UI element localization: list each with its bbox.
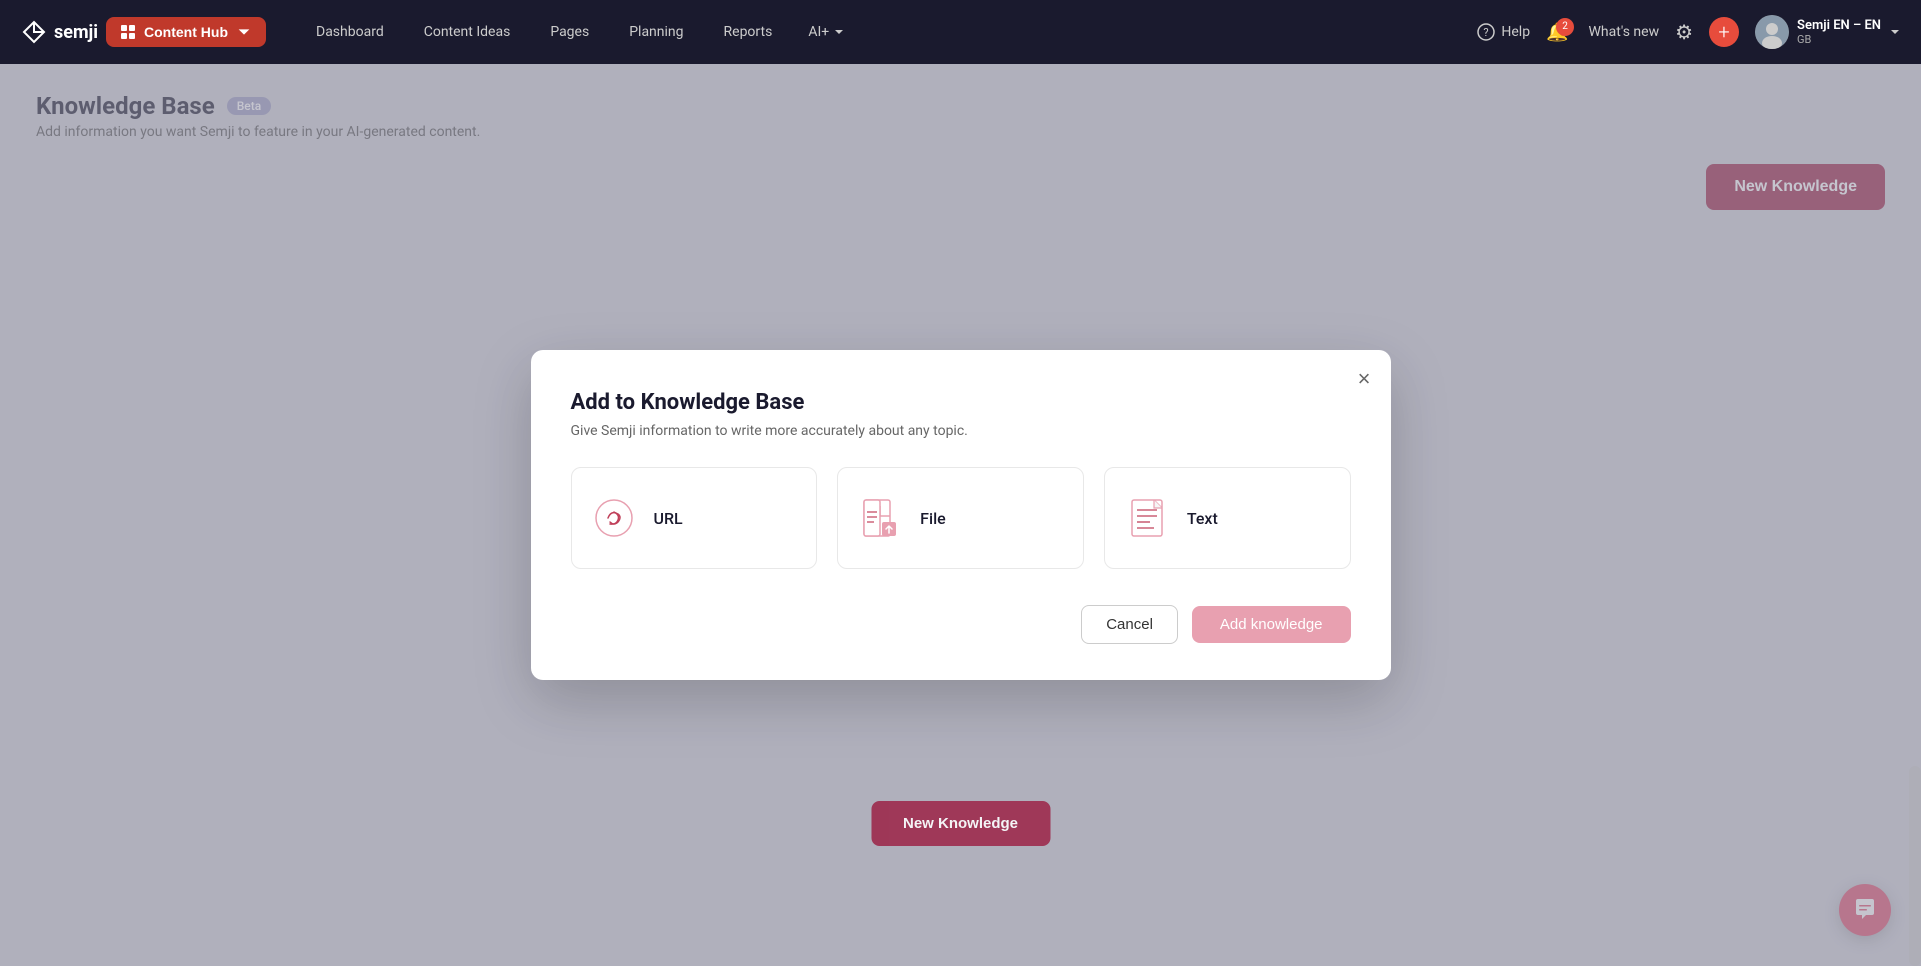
- settings-button[interactable]: ⚙: [1675, 20, 1693, 44]
- nav-links: Dashboard Content Ideas Pages Planning R…: [296, 14, 1477, 50]
- whats-new-label: What's new: [1589, 24, 1660, 40]
- navbar: semji Content Hub Dashboard Content Idea…: [0, 0, 1921, 64]
- whats-new-button[interactable]: 🔔 2 What's new: [1546, 22, 1659, 43]
- option-text[interactable]: Text: [1104, 467, 1351, 569]
- page-background: Knowledge Base Beta Add information you …: [0, 64, 1921, 966]
- file-icon: [858, 496, 902, 540]
- nav-ai[interactable]: AI+: [792, 14, 861, 50]
- logo-text: semji: [54, 22, 98, 43]
- logo[interactable]: semji: [20, 18, 98, 46]
- modal-title: Add to Knowledge Base: [571, 390, 1351, 415]
- navbar-right: ? Help 🔔 2 What's new ⚙ + Semji EN – EN …: [1477, 15, 1901, 49]
- url-icon: [592, 496, 636, 540]
- content-hub-button[interactable]: Content Hub: [106, 17, 266, 47]
- option-file-label: File: [920, 509, 946, 528]
- bg-new-knowledge-button[interactable]: New Knowledge: [871, 801, 1050, 846]
- nav-pages[interactable]: Pages: [530, 14, 609, 50]
- add-button[interactable]: +: [1709, 17, 1739, 47]
- modal-footer: Cancel Add knowledge: [571, 605, 1351, 644]
- modal-subtitle: Give Semji information to write more acc…: [571, 423, 1351, 439]
- option-text-label: Text: [1187, 509, 1218, 528]
- modal-dialog: × Add to Knowledge Base Give Semji infor…: [531, 350, 1391, 680]
- svg-text:?: ?: [1484, 26, 1489, 39]
- avatar: [1755, 15, 1789, 49]
- modal-close-button[interactable]: ×: [1358, 368, 1371, 390]
- modal-overlay: New Knowledge × Add to Knowledge Base Gi…: [0, 64, 1921, 966]
- nav-reports[interactable]: Reports: [704, 14, 793, 50]
- user-info: Semji EN – EN GB: [1797, 18, 1881, 46]
- help-button[interactable]: ? Help: [1477, 23, 1530, 41]
- user-locale: GB: [1797, 33, 1881, 46]
- content-hub-label: Content Hub: [144, 24, 228, 40]
- cancel-button[interactable]: Cancel: [1081, 605, 1178, 644]
- nav-content-ideas[interactable]: Content Ideas: [404, 14, 531, 50]
- add-knowledge-button[interactable]: Add knowledge: [1192, 606, 1351, 643]
- user-menu[interactable]: Semji EN – EN GB: [1755, 15, 1901, 49]
- option-url-label: URL: [654, 509, 683, 528]
- text-icon: [1125, 496, 1169, 540]
- nav-planning[interactable]: Planning: [609, 14, 703, 50]
- option-file[interactable]: File: [837, 467, 1084, 569]
- nav-dashboard[interactable]: Dashboard: [296, 14, 404, 50]
- modal-options: URL: [571, 467, 1351, 569]
- help-label: Help: [1501, 24, 1530, 40]
- chevron-down-icon: [1889, 26, 1901, 38]
- notification-badge: 2: [1556, 18, 1574, 36]
- option-url[interactable]: URL: [571, 467, 818, 569]
- user-name: Semji EN – EN: [1797, 18, 1881, 33]
